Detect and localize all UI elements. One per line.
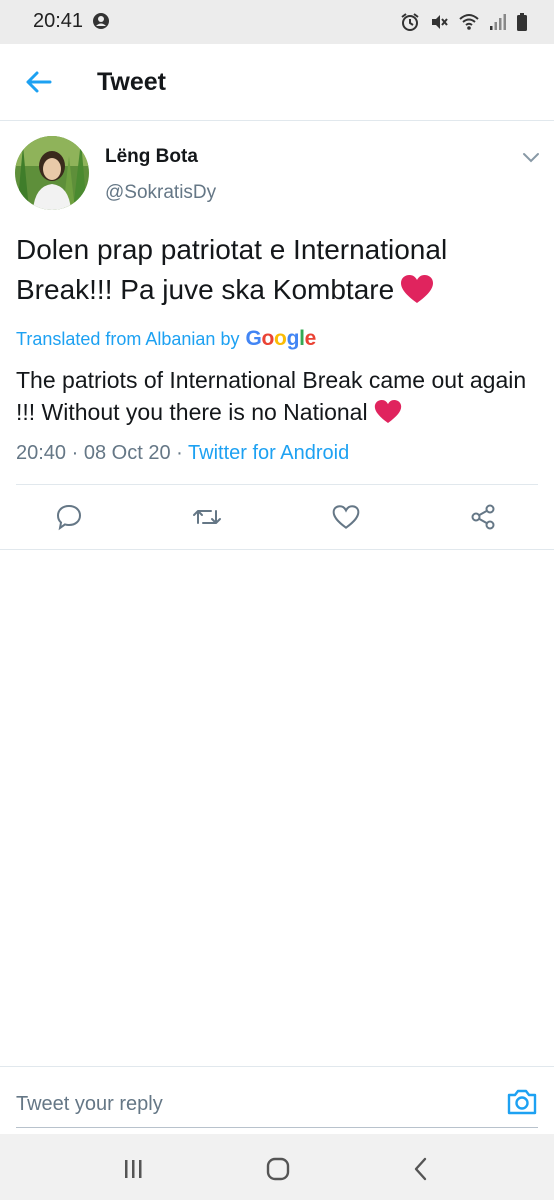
tweet-meta: 20:40 · 08 Oct 20 · Twitter for Android (16, 442, 349, 465)
recent-apps-icon (125, 1160, 142, 1178)
translated-text: Translated from Albanian by (16, 329, 240, 349)
wifi-icon (459, 14, 479, 30)
translated-label[interactable]: Translated from Albanian by Google (16, 327, 316, 351)
alarm-icon (401, 13, 419, 31)
reply-input[interactable] (16, 1089, 476, 1119)
share-button[interactable] (463, 497, 503, 537)
meta-separator: · (176, 442, 183, 464)
like-button[interactable] (326, 497, 366, 537)
recent-apps-button[interactable] (118, 1154, 148, 1184)
account-circle-icon (93, 13, 109, 29)
reply-underline (16, 1127, 538, 1128)
divider (0, 549, 554, 550)
reply-bar (0, 1066, 554, 1135)
mute-icon (432, 15, 448, 29)
author-name[interactable]: Lëng Bota (105, 146, 198, 168)
arrow-left-icon[interactable] (20, 66, 56, 98)
translated-tweet-text: The patriots of International Break came… (16, 364, 536, 428)
home-icon (266, 1157, 290, 1181)
tweet-time: 20:40 (16, 442, 67, 464)
red-heart-icon (401, 275, 434, 303)
tweet-actions (0, 497, 554, 537)
camera-icon[interactable] (505, 1087, 539, 1117)
red-heart-icon (374, 399, 401, 424)
system-nav-bar (0, 1134, 554, 1200)
avatar[interactable] (15, 136, 89, 210)
status-icons (400, 11, 528, 33)
chevron-down-icon[interactable] (520, 148, 542, 166)
reply-button[interactable] (49, 497, 89, 537)
share-icon (471, 504, 495, 530)
back-icon (414, 1157, 427, 1181)
tweet-client-link[interactable]: Twitter for Android (188, 442, 349, 464)
tweet-text: Dolen prap patriotat e International Bre… (16, 230, 526, 310)
like-icon (332, 505, 360, 529)
meta-separator: · (71, 442, 79, 464)
tweet-text-content: Dolen prap patriotat e International Bre… (16, 234, 448, 305)
home-button[interactable] (263, 1154, 293, 1184)
tweet-date: 08 Oct 20 (83, 442, 171, 464)
author-handle[interactable]: @SokratisDy (105, 182, 216, 204)
reply-icon (56, 504, 82, 531)
page-title: Tweet (97, 68, 166, 96)
status-bar: 20:41 (0, 0, 554, 44)
retweet-icon (193, 510, 221, 524)
google-logo: Google (245, 327, 317, 350)
signal-icon (490, 14, 506, 30)
divider (16, 484, 538, 485)
retweet-button[interactable] (187, 497, 227, 537)
battery-icon (517, 13, 527, 31)
back-button[interactable] (406, 1154, 436, 1184)
app-bar: Tweet (0, 44, 554, 121)
translation-content: The patriots of International Break came… (16, 367, 527, 425)
status-time: 20:41 (33, 10, 84, 32)
